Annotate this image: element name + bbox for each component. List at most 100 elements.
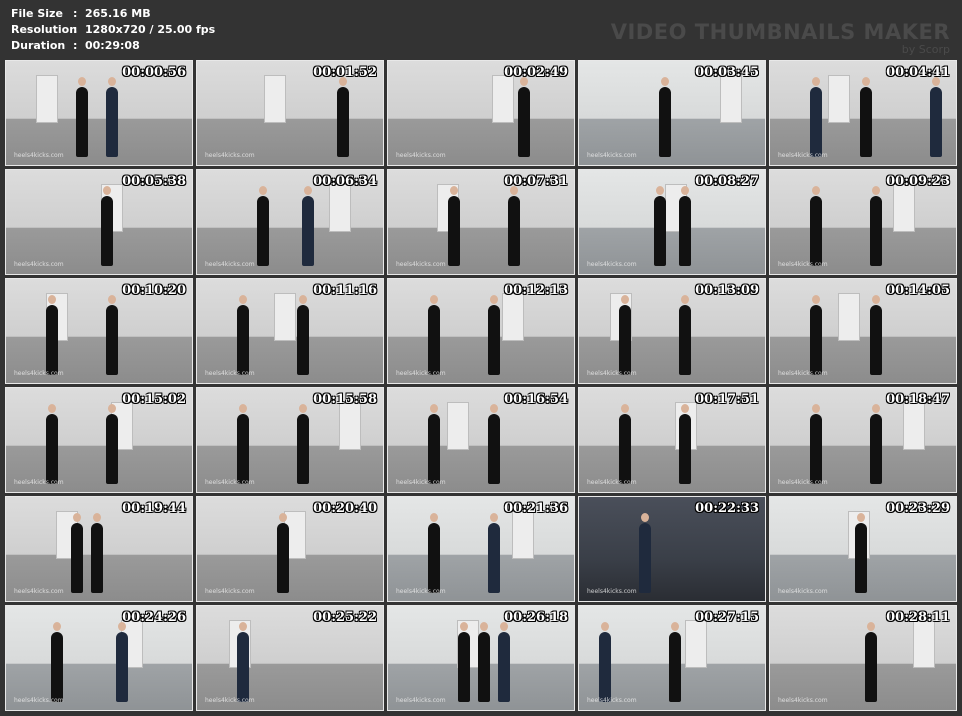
site-watermark: heels4kicks.com: [396, 261, 446, 268]
person-figure: [810, 186, 822, 266]
door-shape: [838, 293, 860, 341]
timestamp-label: 00:15:58: [313, 392, 377, 407]
person-figure: [599, 622, 611, 702]
video-thumbnail[interactable]: 00:15:02 heels4kicks.com: [5, 387, 193, 493]
video-thumbnail[interactable]: 00:02:49 heels4kicks.com: [387, 60, 575, 166]
person-figure: [810, 77, 822, 157]
site-watermark: heels4kicks.com: [587, 588, 637, 595]
brand-subtitle: by Scorp: [901, 43, 950, 56]
brand-title: VIDEO THUMBNAILS MAKER: [610, 20, 950, 44]
video-thumbnail[interactable]: 00:18:47 heels4kicks.com: [769, 387, 957, 493]
video-thumbnail[interactable]: 00:26:18 heels4kicks.com: [387, 605, 575, 711]
door-shape: [512, 511, 534, 559]
site-watermark: heels4kicks.com: [14, 370, 64, 377]
video-thumbnail[interactable]: 00:10:20 heels4kicks.com: [5, 278, 193, 384]
video-thumbnail[interactable]: 00:06:34 heels4kicks.com: [196, 169, 384, 275]
site-watermark: heels4kicks.com: [396, 479, 446, 486]
door-shape: [502, 293, 524, 341]
door-shape: [893, 184, 915, 232]
site-watermark: heels4kicks.com: [396, 697, 446, 704]
person-figure: [639, 513, 651, 593]
site-watermark: heels4kicks.com: [587, 370, 637, 377]
video-thumbnail[interactable]: 00:28:11 heels4kicks.com: [769, 605, 957, 711]
site-watermark: heels4kicks.com: [396, 152, 446, 159]
timestamp-label: 00:07:31: [504, 174, 568, 189]
video-thumbnail[interactable]: 00:27:15 heels4kicks.com: [578, 605, 766, 711]
file-info: File Size : 265.16 MB Resolution : 1280x…: [11, 6, 215, 54]
thumbnail-grid: 00:00:56 heels4kicks.com 00:01:52 heels4kic…: [5, 60, 957, 711]
person-figure: [106, 295, 118, 375]
person-figure: [930, 77, 942, 157]
site-watermark: heels4kicks.com: [587, 261, 637, 268]
timestamp-label: 00:22:33: [695, 501, 759, 516]
video-thumbnail[interactable]: 00:20:40 heels4kicks.com: [196, 496, 384, 602]
timestamp-label: 00:27:15: [695, 610, 759, 625]
video-thumbnail[interactable]: 00:12:13 heels4kicks.com: [387, 278, 575, 384]
video-thumbnail[interactable]: 00:22:33 heels4kicks.com: [578, 496, 766, 602]
site-watermark: heels4kicks.com: [778, 479, 828, 486]
door-shape: [36, 75, 58, 123]
video-thumbnail[interactable]: 00:00:56 heels4kicks.com: [5, 60, 193, 166]
video-thumbnail[interactable]: 00:09:23 heels4kicks.com: [769, 169, 957, 275]
video-thumbnail[interactable]: 00:03:45 heels4kicks.com: [578, 60, 766, 166]
person-figure: [508, 186, 520, 266]
timestamp-label: 00:14:05: [886, 283, 950, 298]
timestamp-label: 00:16:54: [504, 392, 568, 407]
video-thumbnail[interactable]: 00:14:05 heels4kicks.com: [769, 278, 957, 384]
person-figure: [669, 622, 681, 702]
person-figure: [428, 513, 440, 593]
timestamp-label: 00:13:09: [695, 283, 759, 298]
person-figure: [76, 77, 88, 157]
brand-watermark: VIDEO THUMBNAILS MAKER by Scorp: [611, 20, 950, 56]
person-figure: [337, 77, 349, 157]
person-figure: [277, 513, 289, 593]
timestamp-label: 00:11:16: [313, 283, 377, 298]
person-figure: [46, 404, 58, 484]
site-watermark: heels4kicks.com: [587, 152, 637, 159]
person-figure: [297, 404, 309, 484]
duration-label: Duration: [11, 39, 66, 52]
video-thumbnail[interactable]: 00:07:31 heels4kicks.com: [387, 169, 575, 275]
site-watermark: heels4kicks.com: [205, 370, 255, 377]
person-figure: [297, 295, 309, 375]
timestamp-label: 00:06:34: [313, 174, 377, 189]
video-thumbnail[interactable]: 00:05:38 heels4kicks.com: [5, 169, 193, 275]
resolution-label: Resolution: [11, 23, 78, 36]
door-shape: [447, 402, 469, 450]
person-figure: [106, 77, 118, 157]
door-shape: [492, 75, 514, 123]
site-watermark: heels4kicks.com: [396, 370, 446, 377]
person-figure: [257, 186, 269, 266]
video-thumbnail[interactable]: 00:08:27 heels4kicks.com: [578, 169, 766, 275]
site-watermark: heels4kicks.com: [778, 152, 828, 159]
video-thumbnail[interactable]: 00:19:44 heels4kicks.com: [5, 496, 193, 602]
file-size-row: File Size : 265.16 MB: [11, 7, 151, 20]
site-watermark: heels4kicks.com: [396, 588, 446, 595]
person-figure: [71, 513, 83, 593]
video-thumbnail[interactable]: 00:01:52 heels4kicks.com: [196, 60, 384, 166]
timestamp-label: 00:23:29: [886, 501, 950, 516]
video-thumbnail[interactable]: 00:23:29 heels4kicks.com: [769, 496, 957, 602]
video-thumbnail[interactable]: 00:25:22 heels4kicks.com: [196, 605, 384, 711]
person-figure: [302, 186, 314, 266]
video-thumbnail[interactable]: 00:17:51 heels4kicks.com: [578, 387, 766, 493]
video-thumbnail[interactable]: 00:11:16 heels4kicks.com: [196, 278, 384, 384]
timestamp-label: 00:17:51: [695, 392, 759, 407]
person-figure: [498, 622, 510, 702]
timestamp-label: 00:08:27: [695, 174, 759, 189]
timestamp-label: 00:05:38: [122, 174, 186, 189]
site-watermark: heels4kicks.com: [205, 261, 255, 268]
door-shape: [720, 75, 742, 123]
site-watermark: heels4kicks.com: [14, 697, 64, 704]
timestamp-label: 00:12:13: [504, 283, 568, 298]
video-thumbnail[interactable]: 00:13:09 heels4kicks.com: [578, 278, 766, 384]
video-thumbnail[interactable]: 00:24:26 heels4kicks.com: [5, 605, 193, 711]
video-thumbnail[interactable]: 00:04:41 heels4kicks.com: [769, 60, 957, 166]
person-figure: [865, 622, 877, 702]
door-shape: [903, 402, 925, 450]
timestamp-label: 00:19:44: [122, 501, 186, 516]
person-figure: [679, 186, 691, 266]
video-thumbnail[interactable]: 00:15:58 heels4kicks.com: [196, 387, 384, 493]
video-thumbnail[interactable]: 00:16:54 heels4kicks.com: [387, 387, 575, 493]
video-thumbnail[interactable]: 00:21:36 heels4kicks.com: [387, 496, 575, 602]
